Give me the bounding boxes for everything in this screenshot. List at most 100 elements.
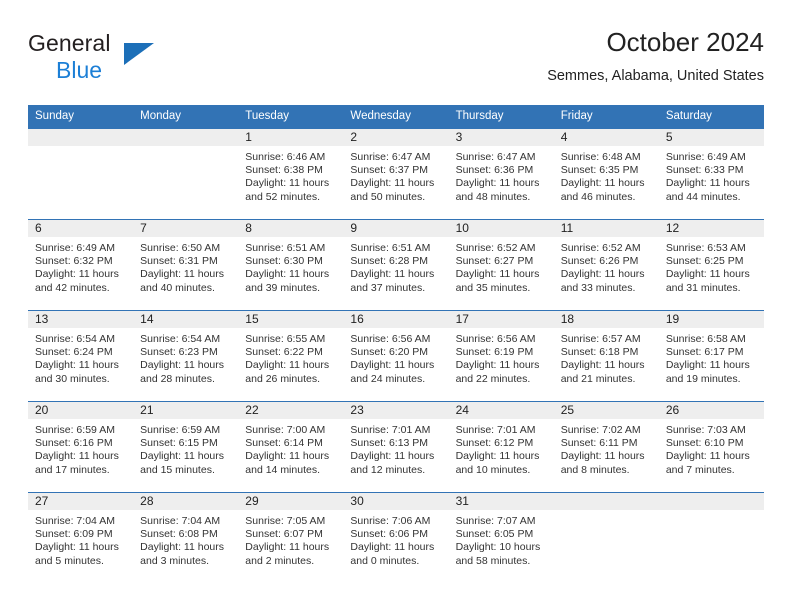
- day-number: 3: [448, 129, 554, 146]
- daylight-duration-line1: Daylight: 11 hours: [140, 450, 224, 463]
- sunrise-time: Sunrise: 6:54 AM: [35, 333, 115, 345]
- page-title: October 2024: [606, 27, 764, 57]
- calendar-day-cell[interactable]: 24 Sunrise: 7:01 AM Sunset: 6:12 PM Dayligh…: [448, 401, 554, 493]
- sunrise-time: Sunrise: 6:54 AM: [140, 333, 221, 345]
- sunrise-time: Sunrise: 7:01 AM: [350, 424, 431, 436]
- calendar-day-cell[interactable]: 15 Sunrise: 6:55 AM Sunset: 6:22 PM Dayligh…: [238, 310, 344, 402]
- calendar-day-cell[interactable]: 20 Sunrise: 6:59 AM Sunset: 6:16 PM Dayligh…: [28, 401, 134, 493]
- calendar-day-cell[interactable]: 19 Sunrise: 6:58 AM Sunset: 6:17 PM Dayligh…: [658, 310, 764, 402]
- day-details: Sunrise: 6:47 AM Sunset: 6:37 PM Daylight:…: [343, 146, 448, 204]
- weekday-header-monday: Monday: [133, 105, 239, 129]
- day-details: Sunrise: 7:02 AM Sunset: 6:11 PM Daylight:…: [554, 419, 659, 477]
- calendar-day-cell[interactable]: 11 Sunrise: 6:52 AM Sunset: 6:26 PM Dayligh…: [553, 219, 659, 311]
- daylight-duration-line2: and 24 minutes.: [350, 372, 426, 385]
- day-details: Sunrise: 7:04 AM Sunset: 6:08 PM Daylight:…: [133, 510, 238, 568]
- sunset-time: Sunset: 6:27 PM: [455, 255, 534, 268]
- sunset-time: Sunset: 6:19 PM: [455, 346, 534, 359]
- calendar-day-cell[interactable]: 13 Sunrise: 6:54 AM Sunset: 6:24 PM Dayligh…: [28, 310, 134, 402]
- daylight-duration-line1: Daylight: 11 hours: [245, 268, 330, 281]
- sunrise-time: Sunrise: 6:52 AM: [560, 242, 641, 254]
- daylight-duration-line1: Daylight: 11 hours: [455, 177, 540, 190]
- calendar-body: 1 Sunrise: 6:46 AM Sunset: 6:38 PM Daylight…: [28, 129, 764, 583]
- daylight-duration-line2: and 15 minutes.: [140, 463, 215, 476]
- sunset-time: Sunset: 6:09 PM: [35, 528, 113, 541]
- daylight-duration-line2: and 39 minutes.: [245, 281, 320, 294]
- day-number: 10: [448, 220, 554, 237]
- sunset-time: Sunset: 6:38 PM: [245, 164, 323, 177]
- daylight-duration-line2: and 2 minutes.: [245, 554, 315, 567]
- calendar-day-cell[interactable]: 14 Sunrise: 6:54 AM Sunset: 6:23 PM Dayligh…: [133, 310, 239, 402]
- daylight-duration-line2: and 21 minutes.: [560, 372, 636, 385]
- sunset-time: Sunset: 6:17 PM: [665, 346, 744, 359]
- calendar-day-cell[interactable]: 4 Sunrise: 6:48 AM Sunset: 6:35 PM Daylight…: [553, 129, 659, 220]
- day-details: Sunrise: 6:56 AM Sunset: 6:19 PM Daylight:…: [449, 328, 554, 386]
- sunrise-time: Sunrise: 7:00 AM: [245, 424, 326, 436]
- day-number: 19: [658, 311, 764, 328]
- sunset-time: Sunset: 6:24 PM: [35, 346, 113, 359]
- calendar-day-cell[interactable]: 26 Sunrise: 7:03 AM Sunset: 6:10 PM Dayligh…: [658, 401, 764, 493]
- calendar-day-cell[interactable]: 28 Sunrise: 7:04 AM Sunset: 6:08 PM Dayligh…: [133, 492, 239, 583]
- day-details: Sunrise: 6:51 AM Sunset: 6:28 PM Daylight:…: [343, 237, 448, 295]
- calendar-day-cell[interactable]: 12 Sunrise: 6:53 AM Sunset: 6:25 PM Dayligh…: [658, 219, 764, 311]
- sunrise-time: Sunrise: 7:07 AM: [455, 515, 536, 527]
- calendar-day-cell[interactable]: 2 Sunrise: 6:47 AM Sunset: 6:37 PM Daylight…: [343, 129, 449, 220]
- sunset-time: Sunset: 6:22 PM: [245, 346, 323, 359]
- day-number: 6: [28, 220, 134, 237]
- calendar-day-cell[interactable]: 1 Sunrise: 6:46 AM Sunset: 6:38 PM Daylight…: [238, 129, 344, 220]
- brand-logo[interactable]: General Blue: [28, 30, 248, 83]
- daylight-duration-line2: and 7 minutes.: [665, 463, 735, 476]
- sunset-time: Sunset: 6:33 PM: [665, 164, 744, 177]
- sunset-time: Sunset: 6:25 PM: [665, 255, 744, 268]
- calendar-day-cell-empty: [133, 129, 239, 220]
- sunset-time: Sunset: 6:16 PM: [35, 437, 113, 450]
- sunrise-time: Sunrise: 6:55 AM: [245, 333, 326, 345]
- day-details: Sunrise: 6:49 AM Sunset: 6:32 PM Daylight:…: [28, 237, 133, 295]
- day-details: Sunrise: 6:49 AM Sunset: 6:33 PM Daylight:…: [659, 146, 764, 204]
- sunset-time: Sunset: 6:13 PM: [350, 437, 429, 450]
- day-details: Sunrise: 7:00 AM Sunset: 6:14 PM Daylight:…: [238, 419, 343, 477]
- day-details: Sunrise: 6:48 AM Sunset: 6:35 PM Daylight:…: [554, 146, 659, 204]
- calendar-day-cell[interactable]: 22 Sunrise: 7:00 AM Sunset: 6:14 PM Dayligh…: [238, 401, 344, 493]
- daylight-duration-line1: Daylight: 11 hours: [140, 541, 224, 554]
- day-number: 16: [343, 311, 449, 328]
- daylight-duration-line2: and 17 minutes.: [35, 463, 110, 476]
- calendar-day-cell[interactable]: 21 Sunrise: 6:59 AM Sunset: 6:15 PM Dayligh…: [133, 401, 239, 493]
- calendar-day-cell-empty: [28, 129, 134, 220]
- calendar-day-cell[interactable]: 5 Sunrise: 6:49 AM Sunset: 6:33 PM Daylight…: [658, 129, 764, 220]
- daylight-duration-line2: and 22 minutes.: [455, 372, 531, 385]
- day-details: Sunrise: 6:56 AM Sunset: 6:20 PM Daylight:…: [343, 328, 448, 386]
- calendar-day-cell[interactable]: 3 Sunrise: 6:47 AM Sunset: 6:36 PM Daylight…: [448, 129, 554, 220]
- day-number: 7: [133, 220, 239, 237]
- calendar-day-cell[interactable]: 16 Sunrise: 6:56 AM Sunset: 6:20 PM Dayligh…: [343, 310, 449, 402]
- day-number: 23: [343, 402, 449, 419]
- calendar-day-cell[interactable]: 25 Sunrise: 7:02 AM Sunset: 6:11 PM Dayligh…: [553, 401, 659, 493]
- calendar-day-cell[interactable]: 9 Sunrise: 6:51 AM Sunset: 6:28 PM Daylight…: [343, 219, 449, 311]
- sunset-time: Sunset: 6:31 PM: [140, 255, 218, 268]
- daylight-duration-line2: and 37 minutes.: [350, 281, 426, 294]
- daylight-duration-line1: Daylight: 11 hours: [350, 541, 435, 554]
- day-details: Sunrise: 7:01 AM Sunset: 6:12 PM Daylight:…: [449, 419, 554, 477]
- calendar-day-cell[interactable]: 29 Sunrise: 7:05 AM Sunset: 6:07 PM Dayligh…: [238, 492, 344, 583]
- day-number: 15: [238, 311, 344, 328]
- daylight-duration-line2: and 52 minutes.: [245, 190, 320, 203]
- day-details: Sunrise: 6:50 AM Sunset: 6:31 PM Daylight:…: [133, 237, 238, 295]
- calendar-day-cell[interactable]: 7 Sunrise: 6:50 AM Sunset: 6:31 PM Daylight…: [133, 219, 239, 311]
- daylight-duration-line2: and 5 minutes.: [35, 554, 104, 567]
- sunset-time: Sunset: 6:12 PM: [455, 437, 534, 450]
- calendar-day-cell[interactable]: 30 Sunrise: 7:06 AM Sunset: 6:06 PM Dayligh…: [343, 492, 449, 583]
- calendar-day-cell[interactable]: 6 Sunrise: 6:49 AM Sunset: 6:32 PM Daylight…: [28, 219, 134, 311]
- day-details: Sunrise: 6:47 AM Sunset: 6:36 PM Daylight:…: [449, 146, 554, 204]
- calendar-day-cell[interactable]: 18 Sunrise: 6:57 AM Sunset: 6:18 PM Dayligh…: [553, 310, 659, 402]
- calendar-day-cell[interactable]: 17 Sunrise: 6:56 AM Sunset: 6:19 PM Dayligh…: [448, 310, 554, 402]
- calendar-header-row: Sunday Monday Tuesday Wednesday Thursday…: [28, 105, 764, 129]
- calendar-day-cell[interactable]: 27 Sunrise: 7:04 AM Sunset: 6:09 PM Dayligh…: [28, 492, 134, 583]
- sunset-time: Sunset: 6:35 PM: [560, 164, 639, 177]
- calendar-day-cell[interactable]: 8 Sunrise: 6:51 AM Sunset: 6:30 PM Daylight…: [238, 219, 344, 311]
- calendar-day-cell[interactable]: 10 Sunrise: 6:52 AM Sunset: 6:27 PM Dayligh…: [448, 219, 554, 311]
- daylight-duration-line2: and 44 minutes.: [665, 190, 741, 203]
- daylight-duration-line2: and 46 minutes.: [560, 190, 636, 203]
- calendar-day-cell[interactable]: 23 Sunrise: 7:01 AM Sunset: 6:13 PM Dayligh…: [343, 401, 449, 493]
- sunset-time: Sunset: 6:11 PM: [560, 437, 638, 450]
- daylight-duration-line2: and 40 minutes.: [140, 281, 215, 294]
- calendar-day-cell[interactable]: 31 Sunrise: 7:07 AM Sunset: 6:05 PM Dayligh…: [448, 492, 554, 583]
